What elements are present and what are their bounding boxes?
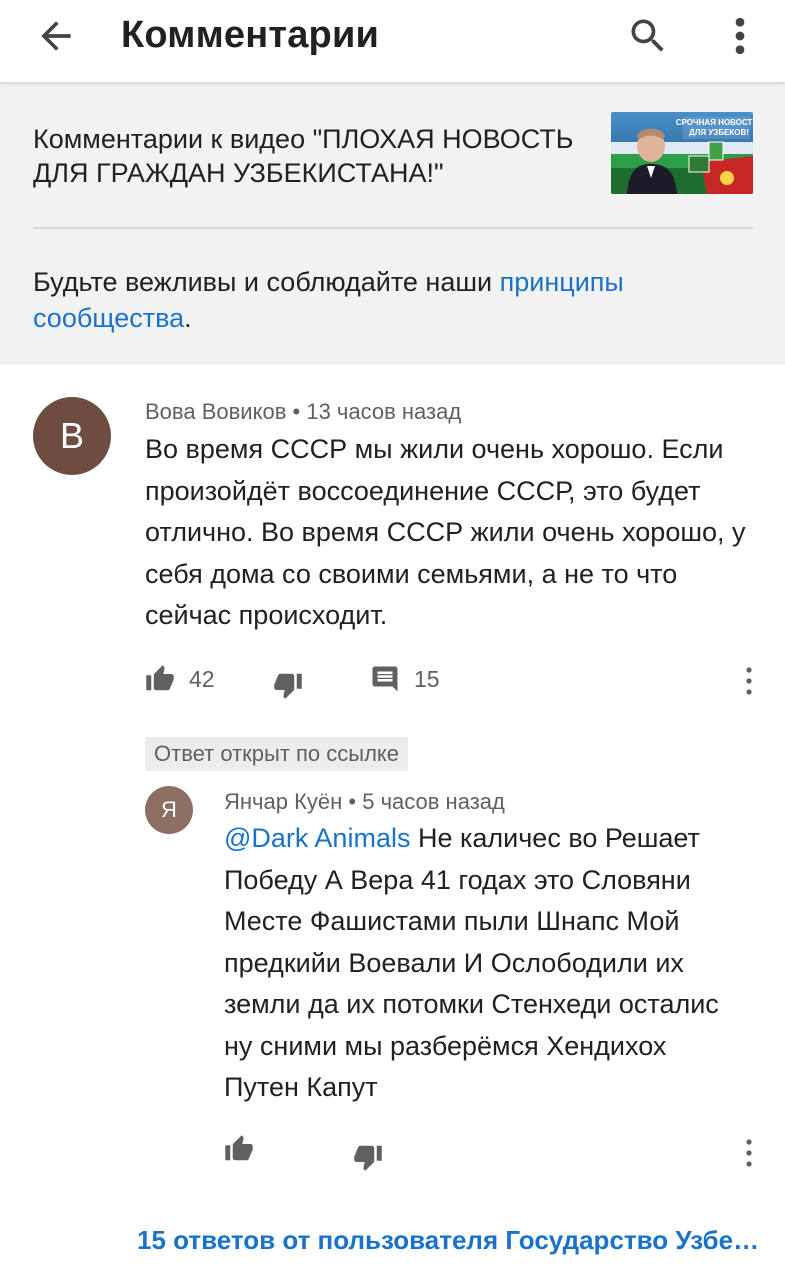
reply-count: 15 bbox=[414, 665, 440, 692]
comment-author[interactable]: Вова Вовиков bbox=[145, 399, 286, 424]
video-thumbnail[interactable]: СРОЧНАЯ НОВОСТЬ ДЛЯ УЗБЕКОВ! bbox=[611, 112, 753, 194]
mention-link[interactable]: @Dark Animals bbox=[224, 823, 410, 853]
view-more-replies-link[interactable]: 15 ответов от пользователя Государство У… bbox=[137, 1225, 767, 1256]
divider bbox=[33, 227, 753, 229]
reply-count-button[interactable]: 15 bbox=[370, 664, 440, 694]
page-title: Комментарии bbox=[121, 14, 380, 56]
dislike-button[interactable] bbox=[353, 1142, 383, 1172]
reply-text: @Dark Animals Не каличес во Решает Побед… bbox=[224, 818, 744, 1109]
more-vert-icon[interactable] bbox=[742, 1137, 756, 1169]
avatar-letter: Я bbox=[161, 797, 177, 822]
comment-time: 13 часов назад bbox=[306, 399, 462, 424]
guidelines-period: . bbox=[184, 303, 192, 333]
guidelines-text: Будьте вежливы и соблюдайте наши bbox=[33, 267, 500, 297]
avatar-letter: В bbox=[59, 415, 84, 456]
video-caption: Комментарии к видео "ПЛОХАЯ НОВОСТЬ ДЛЯ … bbox=[33, 124, 574, 188]
thumb-up-icon bbox=[145, 664, 175, 694]
reply-meta: Янчар Куён • 5 часов назад bbox=[224, 789, 505, 815]
more-vert-icon[interactable] bbox=[722, 14, 758, 58]
like-button[interactable]: 42 bbox=[145, 664, 215, 694]
arrow-left-icon[interactable] bbox=[34, 14, 78, 58]
app-bar: Комментарии bbox=[0, 0, 785, 82]
meta-separator: • bbox=[286, 399, 307, 424]
thumb-down-icon bbox=[353, 1142, 383, 1172]
like-button[interactable] bbox=[224, 1134, 254, 1164]
avatar[interactable]: В bbox=[33, 397, 111, 475]
thumbnail-text-line1: СРОЧНАЯ НОВОСТЬ bbox=[676, 118, 753, 127]
thumb-up-icon bbox=[224, 1134, 254, 1164]
guidelines-notice: Будьте вежливы и соблюдайте наши принцип… bbox=[33, 264, 753, 336]
reply-author[interactable]: Янчар Куён bbox=[224, 789, 342, 814]
comment-icon bbox=[370, 664, 400, 694]
comment-text: Во время СССР мы жили очень хорошо. Если… bbox=[145, 434, 746, 630]
meta-separator: • bbox=[342, 789, 363, 814]
comment-meta: Вова Вовиков • 13 часов назад bbox=[145, 399, 461, 425]
reply-time: 5 часов назад bbox=[362, 789, 505, 814]
search-icon[interactable] bbox=[626, 14, 670, 58]
reply-text-body: Не каличес во Решает Победу А Вера 41 го… bbox=[224, 823, 719, 1102]
thumb-down-icon bbox=[273, 670, 303, 700]
linked-reply-badge: Ответ открыт по ссылке bbox=[145, 737, 409, 771]
thumbnail-text-line2: ДЛЯ УЗБЕКОВ! bbox=[689, 128, 749, 137]
video-header-panel: Комментарии к видео "ПЛОХАЯ НОВОСТЬ ДЛЯ … bbox=[0, 82, 785, 365]
dislike-button[interactable] bbox=[273, 670, 303, 700]
more-vert-icon[interactable] bbox=[742, 665, 756, 697]
avatar[interactable]: Я bbox=[145, 786, 193, 834]
like-count: 42 bbox=[189, 665, 215, 692]
